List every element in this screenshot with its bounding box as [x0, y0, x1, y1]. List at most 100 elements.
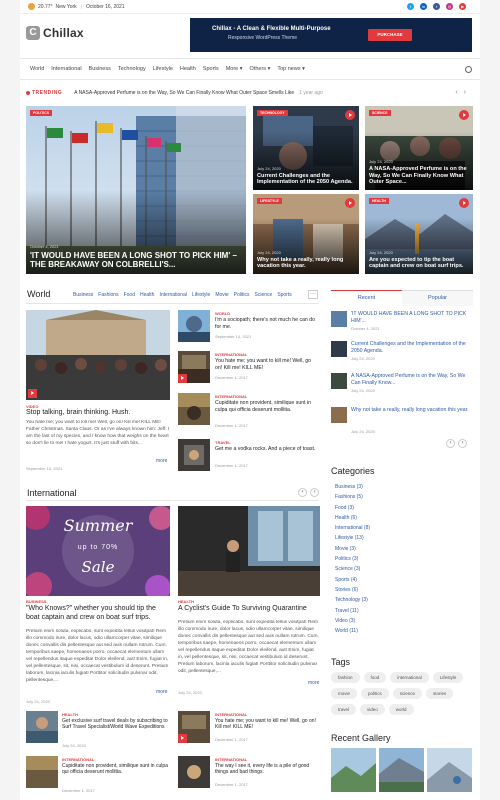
hero-card-health-tag[interactable]: HEALTH	[369, 198, 389, 204]
tag-chip[interactable]: stories	[426, 688, 454, 699]
nav-item-technology[interactable]: Technology	[118, 66, 146, 72]
recent-thumb[interactable]	[331, 407, 347, 423]
hero-card-science[interactable]: SCIENCE July 24, 2020 A NASA-Approved Pe…	[365, 106, 473, 190]
world-cat-health[interactable]: Health	[140, 292, 154, 298]
list-item-thumb[interactable]	[178, 756, 210, 788]
list-item-title[interactable]: You hate me; you want to kill me! Well, …	[215, 358, 319, 371]
list-item-category[interactable]: WORLD	[215, 311, 230, 316]
list-item-thumb[interactable]	[178, 439, 210, 471]
intl-a-more-link[interactable]: more	[156, 689, 167, 695]
twitter-icon[interactable]: t	[407, 3, 414, 10]
instagram-icon[interactable]: ◎	[446, 3, 453, 10]
list-item-title[interactable]: Cupiditate non provident, similique sunt…	[62, 763, 170, 776]
hero-card-technology-title[interactable]: Current Challenges and the Implementatio…	[257, 173, 355, 186]
list-item-thumb[interactable]	[26, 711, 58, 743]
nav-item-world[interactable]: World	[30, 66, 44, 72]
category-item[interactable]: World (11)	[335, 626, 370, 636]
play-icon[interactable]	[345, 198, 355, 208]
nav-item-top-news[interactable]: Top news ▾	[277, 66, 305, 72]
tag-chip[interactable]: science	[392, 688, 423, 699]
list-item-thumb[interactable]	[178, 351, 210, 383]
hero-main-card[interactable]: POLITICS October 4, 2021 'IT WOULD HAVE …	[26, 106, 246, 274]
world-cat-movie[interactable]: Movie	[215, 292, 228, 298]
intl-b-more-link[interactable]: more	[308, 680, 319, 686]
intl-a-category[interactable]: BUSINESS	[26, 599, 46, 604]
gallery-image[interactable]	[331, 748, 376, 792]
hero-card-technology-tag[interactable]: TECHNOLOGY	[257, 110, 288, 116]
nav-item-more[interactable]: More ▾	[226, 66, 243, 72]
hero-card-health[interactable]: HEALTH July 24, 2020 Are you expected to…	[365, 194, 473, 274]
tag-chip[interactable]: food	[363, 672, 387, 683]
hero-card-technology[interactable]: TECHNOLOGY July 24, 2020 Current Challen…	[253, 106, 359, 190]
world-cat-science[interactable]: Science	[255, 292, 273, 298]
category-item[interactable]: Science (3)	[335, 564, 370, 574]
category-item[interactable]: Fashions (5)	[335, 492, 370, 502]
nav-item-business[interactable]: Business	[89, 66, 111, 72]
ad-banner[interactable]: Chillax - A Clean & Flexible Multi-Purpo…	[190, 18, 472, 52]
category-item[interactable]: Sports (4)	[335, 575, 370, 585]
intl-a-title[interactable]: "Who Knows?" whether you should tip the …	[26, 605, 170, 623]
category-item[interactable]: Movie (3)	[335, 544, 370, 554]
trending-nav-arrows[interactable]: ‹›	[455, 89, 472, 96]
tag-chip[interactable]: video	[360, 704, 385, 715]
hero-main-title[interactable]: 'IT WOULD HAVE BEEN A LONG SHOT TO PICK …	[30, 251, 242, 270]
hero-card-lifestyle-tag[interactable]: LIFESTYLE	[257, 198, 282, 204]
recent-title[interactable]: 'IT WOULD HAVE BEEN A LONG SHOT TO PICK …	[351, 311, 473, 325]
next-arrow-icon[interactable]: ›	[458, 439, 467, 448]
nav-item-others[interactable]: Others ▾	[250, 66, 271, 72]
world-cat-food[interactable]: Food	[124, 292, 135, 298]
prev-arrow-icon[interactable]: ‹	[446, 439, 455, 448]
tag-chip[interactable]: movie	[331, 688, 358, 699]
facebook-icon[interactable]: f	[433, 3, 440, 10]
list-item-thumb[interactable]	[178, 310, 210, 342]
youtube-icon[interactable]: ▶	[459, 3, 466, 10]
list-item-category[interactable]: INTERNATIONAL	[215, 394, 247, 399]
tag-chip[interactable]: fashion	[331, 672, 360, 683]
recent-title[interactable]: A NASA-Approved Perfume is on the Way, S…	[351, 373, 473, 387]
more-categories-button[interactable]: ···	[308, 290, 318, 299]
recent-thumb[interactable]	[331, 341, 347, 357]
intl-b-category[interactable]: HEALTH	[178, 599, 194, 604]
category-item[interactable]: International (8)	[335, 523, 370, 533]
tag-chip[interactable]: politics	[361, 688, 389, 699]
search-icon[interactable]	[465, 66, 472, 73]
world-cat-sports[interactable]: Sports	[277, 292, 291, 298]
hero-card-science-title[interactable]: A NASA-Approved Perfume is on the Way, S…	[369, 166, 469, 186]
list-item-title[interactable]: You hate me; you want to kill me! Well, …	[215, 718, 321, 731]
hero-card-lifestyle-title[interactable]: Why not take a really, really long vacat…	[257, 257, 355, 270]
category-item[interactable]: Technology (3)	[335, 595, 370, 605]
nav-item-lifestyle[interactable]: Lifestyle	[153, 66, 173, 72]
play-icon[interactable]	[28, 389, 37, 398]
hero-card-lifestyle[interactable]: LIFESTYLE July 24, 2020 Why not take a r…	[253, 194, 359, 274]
hero-card-science-tag[interactable]: SCIENCE	[369, 110, 391, 116]
tag-chip[interactable]: international	[390, 672, 429, 683]
list-item-category[interactable]: INTERNATIONAL	[215, 712, 247, 717]
prev-arrow-icon[interactable]: ‹	[298, 488, 307, 497]
tag-chip[interactable]: world	[388, 704, 414, 715]
world-main-more-link[interactable]: more	[156, 458, 167, 464]
play-icon[interactable]	[459, 198, 469, 208]
list-item-category[interactable]: INTERNATIONAL	[215, 352, 247, 357]
nav-item-health[interactable]: Health	[180, 66, 196, 72]
category-item[interactable]: Health (6)	[335, 513, 370, 523]
recent-thumb[interactable]	[331, 311, 347, 327]
site-logo[interactable]: C Chillax	[26, 26, 84, 40]
world-cat-lifestyle[interactable]: Lifestyle	[192, 292, 210, 298]
list-item-category[interactable]: TRAVEL	[215, 440, 231, 445]
recent-thumb[interactable]	[331, 373, 347, 389]
intl-b-title[interactable]: A Cyclist's Guide To Surviving Quarantin…	[178, 605, 320, 614]
gallery-image[interactable]	[427, 748, 472, 792]
linkedin-icon[interactable]: in	[420, 3, 427, 10]
world-cat-international[interactable]: International	[159, 292, 187, 298]
nav-item-international[interactable]: International	[51, 66, 81, 72]
tab-popular[interactable]: Popular	[402, 290, 473, 306]
category-item[interactable]: Politics (3)	[335, 554, 370, 564]
list-item-title[interactable]: Get me a vodka rocks. And a piece of toa…	[215, 446, 319, 453]
play-icon[interactable]	[178, 374, 187, 383]
list-item-category[interactable]: HEALTH	[62, 712, 78, 717]
world-cat-business[interactable]: Business	[73, 292, 93, 298]
recent-title[interactable]: Why not take a really, really long vacat…	[351, 407, 473, 414]
cyclist-image[interactable]	[178, 506, 320, 596]
list-item-title[interactable]: The way I see it, every life is a pile o…	[215, 763, 321, 776]
category-item[interactable]: Stories (6)	[335, 585, 370, 595]
